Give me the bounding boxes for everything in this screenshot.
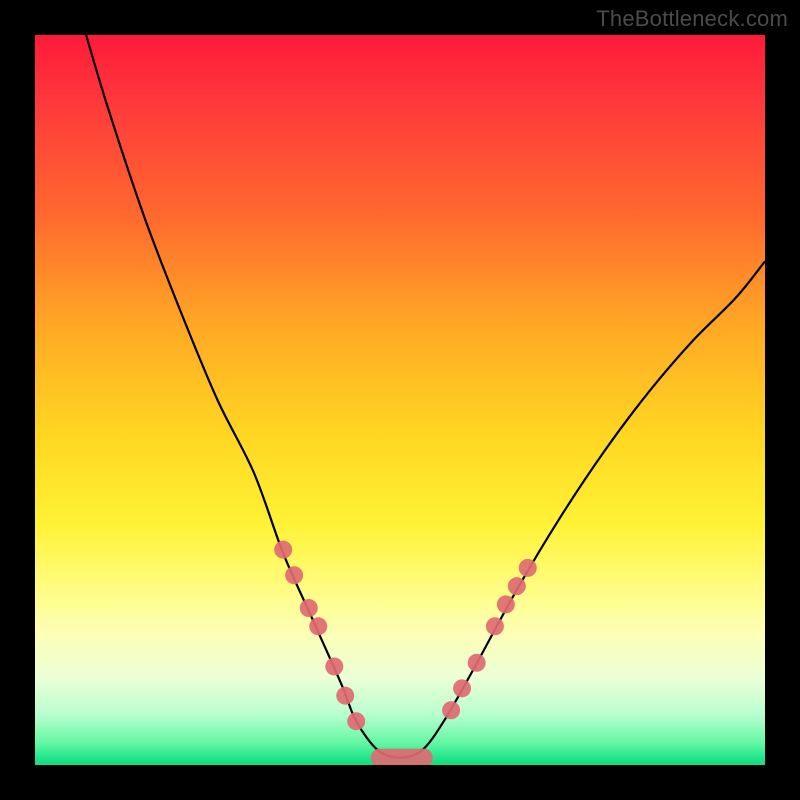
right-cluster-points-dot-5 xyxy=(508,577,526,595)
left-cluster-points-dot-3 xyxy=(309,617,327,635)
right-cluster-points-dot-0 xyxy=(442,701,460,719)
right-cluster-points-dot-2 xyxy=(468,654,486,672)
bottleneck-curve-path xyxy=(86,35,765,758)
bottleneck-curve xyxy=(86,35,765,758)
attribution-text: TheBottleneck.com xyxy=(596,6,788,32)
left-cluster-points-dot-5 xyxy=(336,687,354,705)
valley-flat-segment xyxy=(371,749,433,765)
right-cluster-points-dot-6 xyxy=(519,559,537,577)
right-cluster-points-dot-3 xyxy=(486,617,504,635)
left-cluster-points-dot-1 xyxy=(285,566,303,584)
curve-layer xyxy=(35,35,765,765)
left-cluster-points-dot-4 xyxy=(325,657,343,675)
left-cluster-points-dot-6 xyxy=(347,712,365,730)
left-cluster-points-dot-0 xyxy=(274,541,292,559)
valley-bar xyxy=(371,749,433,765)
left-cluster-points-dot-2 xyxy=(300,599,318,617)
chart-frame: TheBottleneck.com xyxy=(0,0,800,800)
right-cluster-points-dot-4 xyxy=(497,595,515,613)
right-cluster-points-dot-1 xyxy=(453,679,471,697)
plot-area xyxy=(35,35,765,765)
